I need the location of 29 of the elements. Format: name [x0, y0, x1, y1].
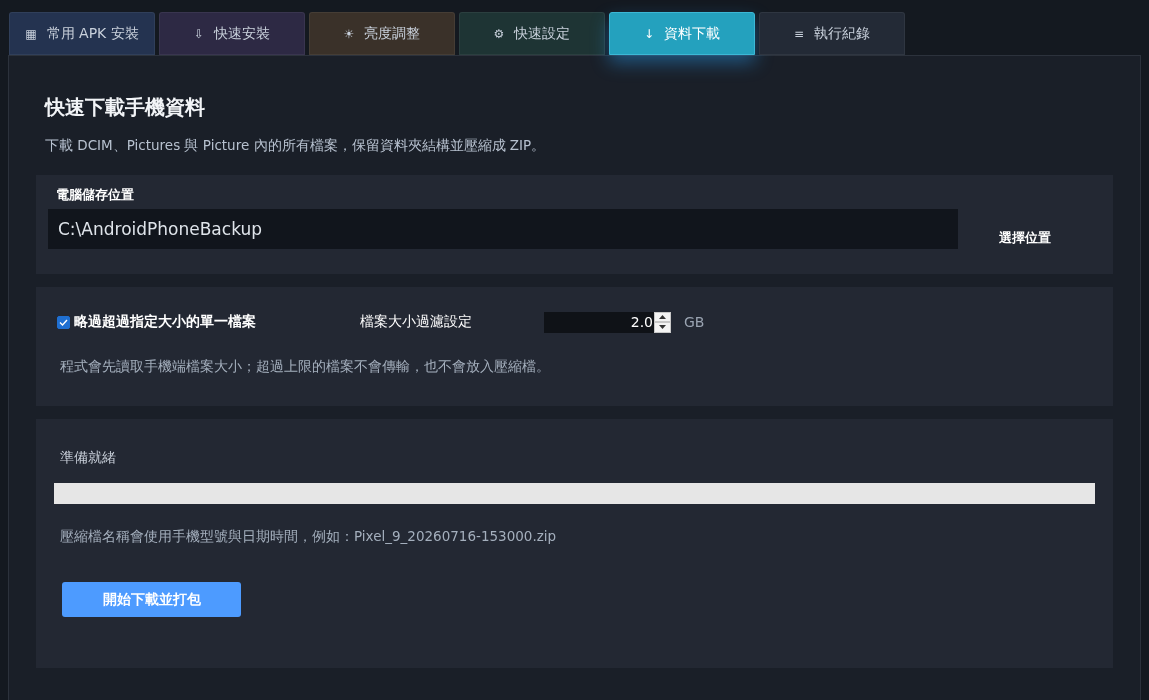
size-input-field[interactable]: 2.0 — [544, 311, 654, 333]
increment-button[interactable] — [654, 311, 671, 322]
down-arrow-icon: ↓ — [643, 27, 655, 40]
page-title: 快速下載手機資料 — [45, 94, 205, 121]
choose-location-button[interactable]: 選擇位置 — [972, 221, 1078, 255]
grid-icon: ▦ — [25, 27, 37, 40]
caret-down-icon — [659, 325, 666, 330]
tab[interactable]: ⇩ 快速安裝 — [159, 12, 305, 55]
tab[interactable]: ☀ 亮度調整 — [309, 12, 455, 55]
page-description: 下載 DCIM、Pictures 與 Picture 內的所有檔案，保留資料夾結構並壓縮成 ZIP。 — [45, 136, 546, 155]
size-filter-label: 檔案大小過濾設定 — [360, 313, 473, 331]
checkbox-label[interactable]: 略過超過指定大小的單一檔案 — [74, 313, 256, 331]
sun-icon: ☀ — [343, 27, 355, 40]
check-icon — [59, 318, 68, 326]
gear-icon: ⚙ — [493, 27, 505, 40]
unit-label: GB — [684, 314, 705, 330]
path-input-field[interactable]: C:\AndroidPhoneBackup — [48, 209, 958, 249]
tab[interactable]: ▦ 常用 APK 安裝 — [9, 12, 155, 55]
decrement-button[interactable] — [654, 322, 671, 333]
filename-note: 壓縮檔名稱會使用手機型號與日期時間，例如：Pixel_9_20260716-153000.zip — [60, 527, 557, 546]
tab[interactable]: ≡ 執行紀錄 — [759, 12, 905, 55]
tab[interactable]: ⚙ 快速設定 — [459, 12, 605, 55]
field-label: 電腦儲存位置 — [56, 187, 134, 203]
menu-icon: ≡ — [793, 27, 805, 40]
status-text: 準備就緒 — [60, 448, 116, 467]
down-arrow-icon: ⇩ — [193, 27, 205, 40]
caret-up-icon — [659, 314, 666, 319]
filter-note: 程式會先讀取手機端檔案大小；超過上限的檔案不會傳輸，也不會放入壓縮檔。 — [60, 357, 550, 376]
checkbox[interactable] — [57, 315, 70, 329]
